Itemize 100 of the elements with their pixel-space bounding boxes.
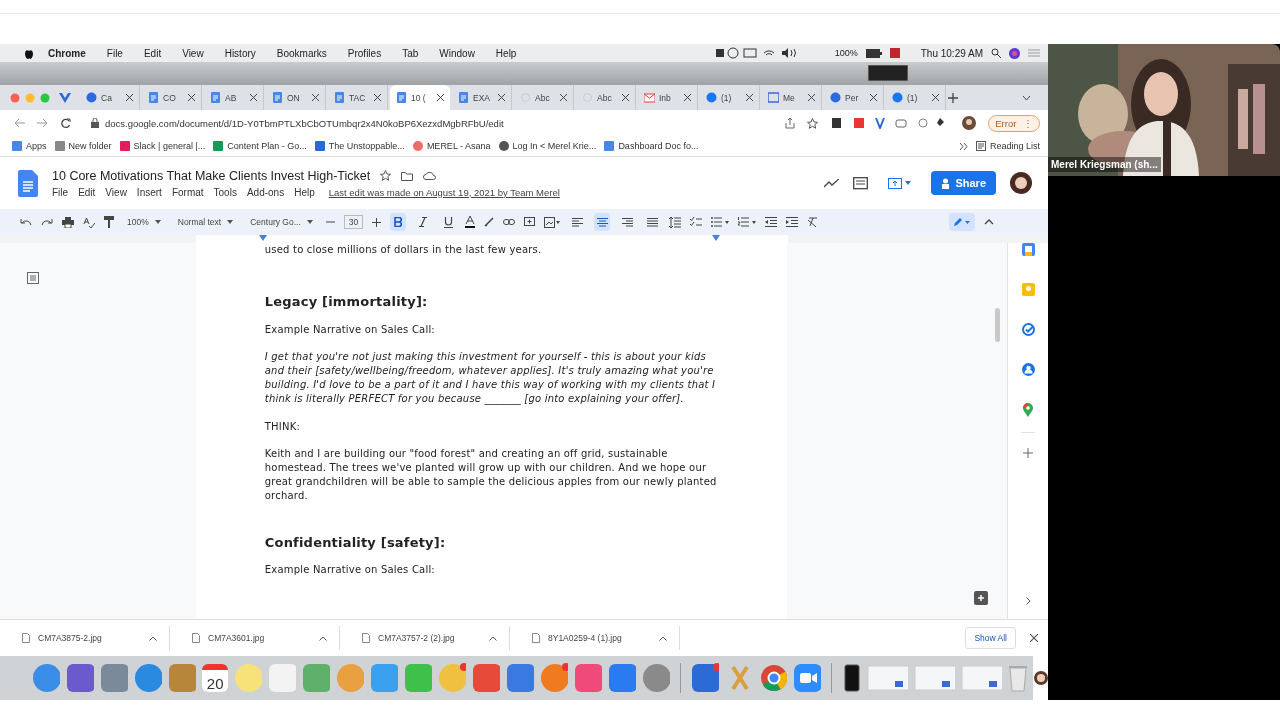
outline-icon[interactable] <box>27 272 39 284</box>
trend-icon[interactable] <box>824 178 840 188</box>
menu-item[interactable]: Format <box>171 186 204 198</box>
app-icon[interactable] <box>66 663 95 693</box>
folder-icon[interactable] <box>401 170 414 181</box>
menu-item[interactable]: Edit <box>78 186 96 198</box>
double-chevron-icon[interactable] <box>959 142 968 150</box>
app-icon[interactable] <box>506 663 535 693</box>
menu-item[interactable]: Add-ons <box>246 186 285 198</box>
show-all-button[interactable]: Show All <box>965 627 1016 649</box>
phone-icon[interactable] <box>842 663 862 693</box>
line-spacing-icon[interactable] <box>669 216 682 228</box>
close-icon[interactable] <box>1030 634 1038 642</box>
download-item[interactable]: CM7A3757-2 (2).jpg <box>340 626 510 650</box>
avatar-icon[interactable] <box>1010 172 1032 194</box>
app-icon[interactable] <box>608 663 637 693</box>
download-item[interactable]: CM7A3601.jpg <box>170 626 340 650</box>
close-icon[interactable] <box>126 94 133 101</box>
style-dropdown[interactable]: Normal text <box>173 217 238 227</box>
download-item[interactable]: 8Y1A0259-4 (1).jpg <box>510 626 680 650</box>
bookmark[interactable]: Log In < Merel Krie... <box>498 141 597 151</box>
bookmark[interactable]: Content Plan - Go... <box>213 141 307 151</box>
new-tab-icon[interactable] <box>948 92 958 103</box>
close-icon[interactable] <box>746 94 753 101</box>
font-size-field[interactable]: 30 <box>343 215 364 229</box>
reading-list[interactable]: Reading List <box>975 141 1040 151</box>
menu-item[interactable]: Bookmarks <box>276 47 327 59</box>
menu-item[interactable]: Help <box>495 47 517 59</box>
undo-icon[interactable] <box>20 218 32 226</box>
share-button[interactable]: Share <box>931 171 996 195</box>
menu-item[interactable]: File <box>52 186 69 198</box>
bookmark[interactable]: New folder <box>54 141 112 151</box>
caret-icon[interactable] <box>149 635 157 641</box>
last-edit-link[interactable]: Last edit was made on August 19, 2021 by Team Merel <box>328 186 560 198</box>
close-icon[interactable] <box>374 94 381 101</box>
bookmark[interactable]: The Unstoppable... <box>314 141 405 151</box>
checklist-icon[interactable] <box>690 217 703 227</box>
close-icon[interactable] <box>808 94 815 101</box>
caret-icon[interactable] <box>659 635 667 641</box>
numbered-list-icon[interactable] <box>738 217 757 227</box>
menu-item[interactable]: View <box>182 47 204 59</box>
cloud-icon[interactable] <box>423 171 437 180</box>
spellcheck-icon[interactable] <box>83 216 95 228</box>
download-item[interactable]: CM7A3875-2.jpg <box>0 626 170 650</box>
app-icon[interactable] <box>438 663 467 693</box>
close-icon[interactable] <box>684 94 691 101</box>
bookmark[interactable]: Slack | general |... <box>119 141 206 151</box>
bookmark[interactable]: Apps <box>12 141 47 151</box>
link-icon[interactable] <box>503 219 516 225</box>
comment-icon[interactable] <box>853 176 869 190</box>
star-icon[interactable] <box>807 117 819 129</box>
menu-item[interactable]: File <box>106 47 123 59</box>
chevron-down-icon[interactable] <box>1022 94 1031 101</box>
redo-icon[interactable] <box>41 218 53 226</box>
close-icon[interactable] <box>932 94 939 101</box>
close-icon[interactable] <box>870 94 877 101</box>
window-thumbnail[interactable] <box>961 665 1003 691</box>
app-menu[interactable]: Chrome <box>48 47 86 59</box>
menu-item[interactable]: Profiles <box>347 47 382 59</box>
search-icon[interactable] <box>991 48 1001 58</box>
menu-item[interactable]: Insert <box>136 186 162 198</box>
apple-icon[interactable] <box>24 47 34 59</box>
menu-item[interactable]: Edit <box>143 47 162 59</box>
browser-tab[interactable]: 10 ( <box>390 85 450 110</box>
close-icon[interactable] <box>622 94 629 101</box>
menu-item[interactable]: Window <box>439 47 475 59</box>
avatar-icon[interactable] <box>1033 671 1048 685</box>
back-icon[interactable] <box>14 118 25 128</box>
contacts-icon[interactable] <box>1021 363 1035 376</box>
align-button[interactable] <box>594 213 611 231</box>
reload-icon[interactable] <box>60 117 71 129</box>
v-logo-icon[interactable] <box>59 92 71 103</box>
app-icon[interactable] <box>472 663 501 693</box>
star-icon[interactable] <box>380 170 392 181</box>
app-icon[interactable] <box>691 663 720 693</box>
menu-item[interactable]: Tab <box>402 47 419 59</box>
menu-item[interactable]: History <box>224 47 256 59</box>
bookmark[interactable]: MEREL - Asana <box>412 141 491 151</box>
menu-item[interactable]: Tools <box>213 186 237 198</box>
docs-logo-icon[interactable] <box>18 169 38 197</box>
print-icon[interactable] <box>62 216 74 228</box>
bullet-list-icon[interactable] <box>711 217 730 227</box>
close-icon[interactable] <box>498 94 505 101</box>
increase-indent-icon[interactable] <box>786 217 799 227</box>
caret-icon[interactable] <box>319 635 327 641</box>
zoom-dropdown[interactable]: 100% <box>123 217 165 227</box>
highlighter-icon[interactable] <box>484 217 495 227</box>
scrollbar[interactable] <box>995 308 1001 342</box>
image-icon[interactable] <box>544 216 561 228</box>
forward-icon[interactable] <box>37 118 48 128</box>
close-icon[interactable] <box>188 94 195 101</box>
map-pin-icon[interactable] <box>1023 403 1033 417</box>
explore-icon[interactable] <box>974 591 989 605</box>
flag-icon[interactable] <box>889 48 900 58</box>
plus-icon[interactable] <box>372 217 382 227</box>
clear-formatting-icon[interactable] <box>807 217 819 227</box>
video-app-icon[interactable] <box>793 663 822 693</box>
app-icon[interactable] <box>540 663 569 693</box>
menu-item[interactable]: View <box>105 186 127 198</box>
font-dropdown[interactable]: Century Go... <box>246 217 317 227</box>
